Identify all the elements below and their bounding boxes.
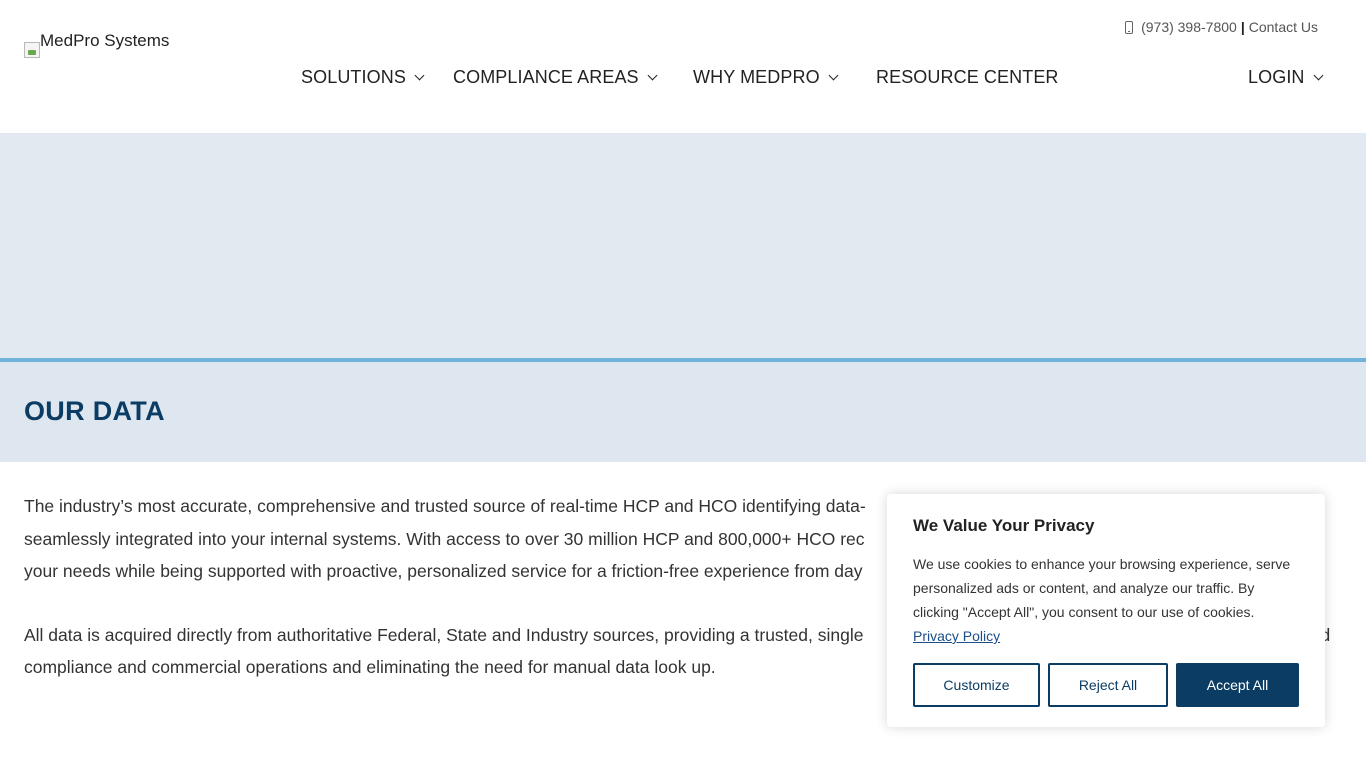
logo[interactable]: MedPro Systems [24, 32, 169, 58]
nav-login[interactable]: LOGIN [1248, 67, 1323, 88]
nav-compliance-areas[interactable]: COMPLIANCE AREAS [453, 67, 658, 88]
nav-label: LOGIN [1248, 67, 1305, 87]
reject-all-button[interactable]: Reject All [1048, 663, 1168, 707]
customize-button[interactable]: Customize [913, 663, 1040, 707]
chevron-down-icon [414, 70, 425, 81]
logo-alt-text: MedPro Systems [40, 31, 170, 50]
nav-label: COMPLIANCE AREAS [453, 67, 639, 87]
chevron-down-icon [647, 70, 658, 81]
cookie-text: We use cookies to enhance your browsing … [913, 556, 1291, 620]
page-title: OUR DATA [24, 396, 165, 426]
broken-image-icon [24, 42, 40, 58]
top-contact-bar: (973) 398-7800 | Contact Us [1125, 19, 1318, 35]
separator: | [1240, 19, 1245, 35]
cookie-body: We use cookies to enhance your browsing … [913, 552, 1299, 648]
nav-label: RESOURCE CENTER [876, 67, 1059, 87]
cookie-title: We Value Your Privacy [913, 516, 1095, 535]
nav-resource-center[interactable]: RESOURCE CENTER [876, 67, 1059, 88]
text-line: your needs while being supported with pr… [24, 561, 863, 581]
chevron-down-icon [828, 70, 839, 81]
text-line: The industry’s most accurate, comprehens… [24, 496, 866, 516]
nav-solutions[interactable]: SOLUTIONS [301, 67, 425, 88]
contact-us-link[interactable]: Contact Us [1249, 19, 1318, 35]
hero-banner [0, 133, 1366, 358]
accept-all-button[interactable]: Accept All [1176, 663, 1299, 707]
cookie-consent-dialog: We Value Your Privacy We use cookies to … [887, 494, 1325, 727]
cookie-buttons: Customize Reject All Accept All [913, 663, 1299, 707]
site-header: MedPro Systems (973) 398-7800 | Contact … [0, 0, 1366, 133]
phone-link[interactable]: (973) 398-7800 [1141, 19, 1237, 35]
text-line: compliance and commercial operations and… [24, 657, 716, 677]
nav-label: SOLUTIONS [301, 67, 406, 87]
nav-label: WHY MEDPRO [693, 67, 820, 87]
title-band: OUR DATA [0, 362, 1366, 462]
privacy-policy-link[interactable]: Privacy Policy [913, 628, 1000, 644]
main-nav: SOLUTIONS COMPLIANCE AREAS WHY MEDPRO RE… [0, 67, 1366, 91]
text-line: seamlessly integrated into your internal… [24, 528, 865, 549]
nav-why-medpro[interactable]: WHY MEDPRO [693, 67, 839, 88]
chevron-down-icon [1313, 70, 1323, 81]
phone-icon [1125, 20, 1134, 34]
